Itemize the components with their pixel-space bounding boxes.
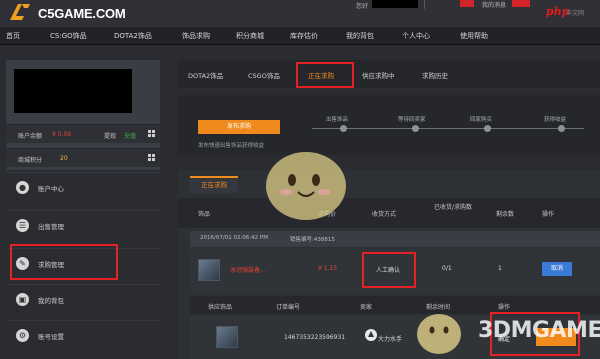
nav-points-mall[interactable]: 积分商城	[236, 31, 264, 41]
tab-csgo[interactable]: CSGO饰品	[248, 70, 280, 80]
publish-buy-button[interactable]: 发布求购	[198, 120, 280, 134]
nav-inventory-value[interactable]: 库存估价	[290, 31, 318, 41]
gear-icon: ⚙	[16, 329, 29, 342]
brand-name[interactable]: C5GAME.COM	[38, 6, 126, 21]
step-label: 等待回卖家	[398, 117, 426, 123]
sub-col-order: 订单编号	[276, 304, 301, 311]
withdraw-link[interactable]: 提现	[104, 131, 116, 140]
order-info-bar: 2016/07/01 02:06:42 PM 销售编号:438815	[190, 231, 600, 247]
nav-user-center[interactable]: 个人中心	[402, 31, 430, 41]
cancel-button[interactable]: 取消	[542, 262, 572, 276]
balance-row: 账户余额 ¥ 0.09 提现 充值	[6, 124, 160, 143]
order-number: 销售编号:438815	[290, 237, 335, 243]
balance-value: ¥ 0.09	[52, 131, 72, 138]
col-received: 已收货/求购数	[434, 204, 473, 211]
user-icon: ●	[16, 181, 29, 194]
highlight-box-buying-tab	[296, 62, 354, 88]
site-watermark: 3DMGAME	[478, 318, 600, 343]
supply-item-thumbnail[interactable]	[216, 326, 238, 348]
points-value: 20	[60, 155, 68, 162]
nav-dota2[interactable]: DOTA2饰品	[114, 31, 152, 41]
highlight-box-buy-manage	[10, 244, 118, 280]
main-nav: 首页 CS:GO饰品 DOTA2饰品 饰品求购 积分商城 库存估价 我的背包 个…	[0, 27, 600, 45]
col-remaining: 剩余数	[496, 211, 515, 218]
recharge-link[interactable]: 充值	[124, 131, 136, 140]
sidebar-item-label: 出售管理	[38, 223, 64, 231]
sidebar-item-account-settings[interactable]: ⚙ 账号设置	[6, 320, 160, 350]
highlight-box-delivery	[362, 252, 416, 288]
nav-buy-request[interactable]: 饰品求购	[182, 31, 210, 41]
panel-tab-buying[interactable]: 正在求购	[190, 176, 238, 193]
divider	[424, 0, 425, 9]
points-label: 商城积分	[18, 157, 43, 164]
step-label: 出售饰品	[326, 117, 349, 123]
sidebar-item-label: 账号设置	[38, 333, 64, 341]
php-watermark-sub: 中文网	[566, 10, 585, 17]
step-dot	[484, 125, 491, 132]
nav-backpack[interactable]: 我的背包	[346, 31, 374, 41]
tab-supplying[interactable]: 供应求购中	[362, 70, 395, 80]
col-delivery: 收货方式	[372, 211, 397, 218]
sub-col-action: 操作	[498, 304, 511, 311]
col-item: 饰品	[198, 211, 211, 218]
nav-help[interactable]: 使用帮助	[460, 31, 488, 41]
step-dot	[412, 125, 419, 132]
bag-icon: ▣	[16, 293, 29, 306]
main-tabs: DOTA2饰品 CSGO饰品 正在求购 供应求购中 求购历史	[178, 60, 600, 88]
top-header: C5GAME.COM 您好 我的消息 php 中文网	[0, 0, 600, 27]
greeting-text: 您好	[356, 3, 369, 10]
c5game-logo-icon[interactable]	[8, 2, 32, 22]
sub-col-seller: 卖家	[360, 304, 373, 311]
table-header: 饰品 求购价 收货方式 已收货/求购数 剩余数 操作	[178, 198, 600, 228]
grid-icon[interactable]	[148, 154, 155, 161]
step-label: 获得收益	[544, 117, 567, 123]
col-action: 操作	[542, 211, 555, 218]
item-thumbnail[interactable]	[198, 259, 220, 281]
nav-home[interactable]: 首页	[6, 31, 20, 41]
mascot-small-icon	[417, 314, 461, 354]
item-progress: 0/1	[442, 265, 452, 272]
username-redacted	[372, 0, 418, 8]
message-link[interactable]: 我的消息	[482, 0, 506, 9]
sub-col-item: 供应饰品	[208, 304, 233, 311]
seller-avatar-icon	[365, 329, 377, 341]
mascot-watermark-icon	[266, 152, 346, 220]
item-remaining: 1	[498, 265, 502, 272]
item-name[interactable]: 冰冠骑装备...	[230, 265, 266, 274]
sidebar-item-backpack[interactable]: ▣ 我的背包	[6, 284, 160, 314]
list-icon: ☰	[16, 219, 29, 232]
step-dot	[558, 125, 565, 132]
supply-seller[interactable]: 大力水手	[378, 334, 402, 343]
tab-dota2[interactable]: DOTA2饰品	[188, 70, 223, 80]
user-avatar[interactable]	[460, 0, 474, 7]
points-row: 商城积分 20	[6, 148, 160, 167]
sidebar-item-sell-manage[interactable]: ☰ 出售管理	[6, 210, 160, 240]
supply-order-number: 1467353223596931	[284, 334, 346, 341]
item-price: ¥ 1.15	[318, 265, 338, 272]
tab-history[interactable]: 求购历史	[422, 70, 448, 80]
sidebar-item-label: 账户中心	[38, 185, 64, 193]
profile-avatar-redacted	[14, 69, 132, 113]
publish-hint: 发布快速出售饰品获得收益	[198, 143, 265, 149]
sidebar-item-label: 我的背包	[38, 297, 64, 305]
balance-label: 账户余额	[18, 133, 43, 140]
step-dot	[340, 125, 347, 132]
nav-csgo[interactable]: CS:GO饰品	[50, 31, 87, 41]
steps-line	[312, 128, 584, 129]
grid-icon[interactable]	[148, 130, 155, 137]
sidebar-item-account-center[interactable]: ● 账户中心	[6, 172, 160, 202]
order-date: 2016/07/01 02:06:42 PM	[200, 235, 268, 241]
notification-badge[interactable]	[512, 0, 530, 7]
step-label: 回家购买	[470, 117, 493, 123]
